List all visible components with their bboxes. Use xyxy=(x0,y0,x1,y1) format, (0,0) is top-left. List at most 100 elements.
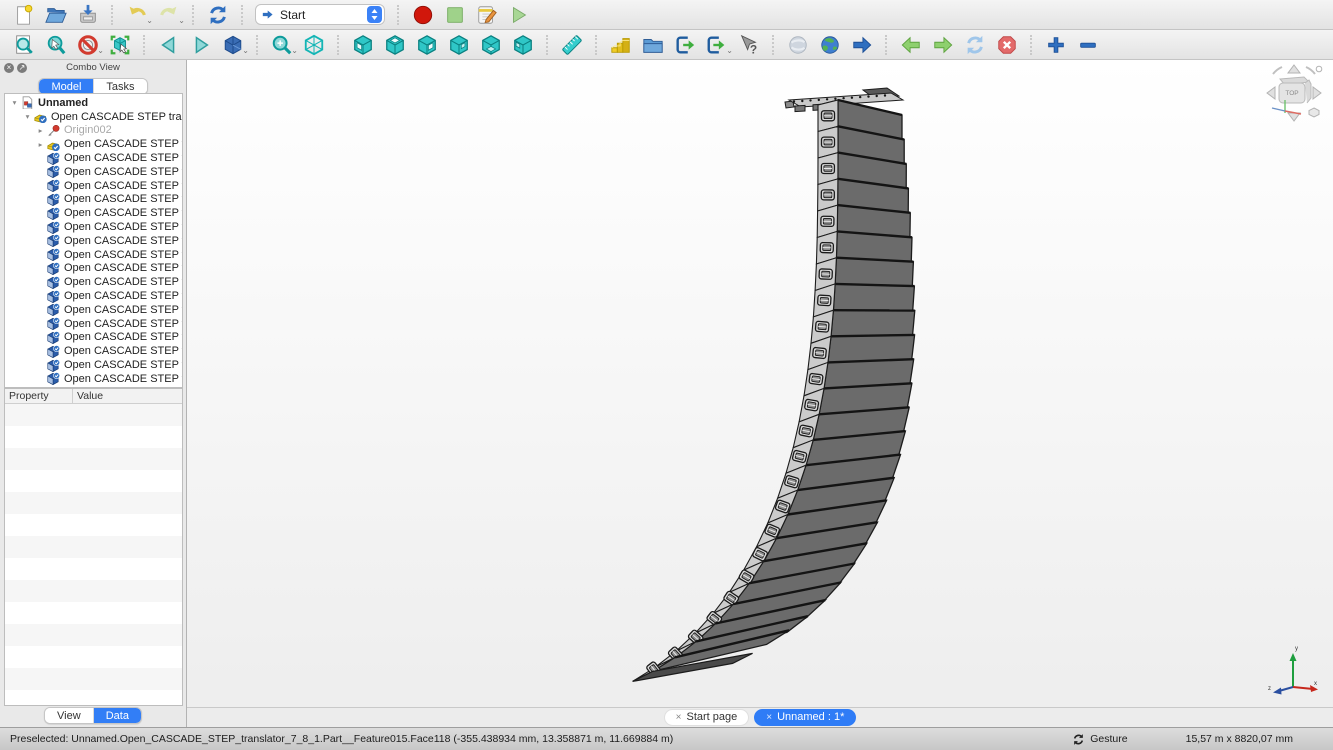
tree-item-part-feature[interactable]: Open CASCADE STEP translator xyxy=(5,151,182,165)
reload-page-icon xyxy=(964,34,986,56)
save-document-button[interactable] xyxy=(72,2,103,28)
part-steps-button[interactable] xyxy=(605,32,636,58)
navcube-top-face-label[interactable]: TOP xyxy=(1285,90,1298,97)
tree-expander-icon[interactable]: ▸ xyxy=(35,140,46,149)
tree-item-part-feature[interactable]: Open CASCADE STEP translator xyxy=(5,234,182,248)
tree-item-open-cascade-step-translator[interactable]: ▾ Open CASCADE STEP translator xyxy=(5,110,182,124)
dropdown-chevron-icon[interactable]: ⌄ xyxy=(97,47,104,55)
toolbar-separator xyxy=(546,35,548,55)
tree-item-part-feature[interactable]: Open CASCADE STEP translator xyxy=(5,358,182,372)
part-icon xyxy=(46,331,60,344)
next-page-button[interactable] xyxy=(927,32,958,58)
document-tab-unnamed-1-[interactable]: ×Unnamed : 1* xyxy=(754,709,856,726)
tree-expander-icon[interactable]: ▾ xyxy=(22,112,33,121)
zoom-in-button[interactable] xyxy=(1040,32,1071,58)
tree-expander-icon[interactable]: ▾ xyxy=(9,98,20,107)
dropdown-chevron-icon[interactable]: ⌄ xyxy=(726,47,733,55)
refresh-button[interactable] xyxy=(202,2,233,28)
stop-page-button[interactable] xyxy=(991,32,1022,58)
undo-button[interactable]: ⌄ xyxy=(121,2,152,28)
tree-item-part-feature[interactable]: Open CASCADE STEP translator xyxy=(5,179,182,193)
view-bottom-button[interactable] xyxy=(475,32,506,58)
step-icon xyxy=(46,138,60,151)
web-forward-button[interactable] xyxy=(846,32,877,58)
navigation-cube[interactable]: TOP xyxy=(1265,64,1323,122)
zoom-button[interactable]: ⌄ xyxy=(266,32,297,58)
web-page-button[interactable] xyxy=(782,32,813,58)
tab-tasks[interactable]: Tasks xyxy=(93,79,146,94)
draw-style-button[interactable]: ⌄ xyxy=(72,32,103,58)
viewport-3d[interactable]: TOP y x z ×Start page×Unnamed : 1* xyxy=(187,60,1333,727)
fit-all-button[interactable] xyxy=(8,32,39,58)
close-tab-icon[interactable]: × xyxy=(676,712,682,723)
open-document-button[interactable] xyxy=(40,2,71,28)
property-row-empty xyxy=(5,470,182,492)
web-home-button[interactable] xyxy=(814,32,845,58)
record-macro-button[interactable] xyxy=(407,2,438,28)
edit-macro-button[interactable] xyxy=(471,2,502,28)
view-front-button[interactable] xyxy=(347,32,378,58)
isometric-button[interactable]: ⌄ xyxy=(217,32,248,58)
tree-item-open-cascade-step-translator[interactable]: ▸Open CASCADE STEP translator xyxy=(5,137,182,151)
tree-item-part-feature[interactable]: Open CASCADE STEP translator xyxy=(5,289,182,303)
tree-item-part-feature[interactable]: Open CASCADE STEP translator xyxy=(5,220,182,234)
stop-macro-button[interactable] xyxy=(439,2,470,28)
navigation-style-indicator[interactable]: Gesture xyxy=(1072,733,1127,746)
tree-item-part-feature[interactable]: Open CASCADE STEP translator xyxy=(5,372,182,386)
tab-view[interactable]: View xyxy=(45,708,93,723)
tab-model[interactable]: Model xyxy=(39,79,93,94)
tree-item-part-feature[interactable]: Open CASCADE STEP translator xyxy=(5,248,182,262)
execute-macro-button[interactable] xyxy=(503,2,534,28)
tree-item-part-feature[interactable]: Open CASCADE STEP translator xyxy=(5,331,182,345)
view-left-button[interactable] xyxy=(507,32,538,58)
tree-item-part-feature[interactable]: Open CASCADE STEP translator xyxy=(5,344,182,358)
nav-forward-button[interactable] xyxy=(185,32,216,58)
tree-expander-icon[interactable]: ▸ xyxy=(35,126,46,135)
tree-item-part-feature[interactable]: Open CASCADE STEP translator xyxy=(5,262,182,276)
tab-data[interactable]: Data xyxy=(93,708,141,723)
tree-item-unnamed[interactable]: ▾Unnamed xyxy=(5,96,182,110)
tree-item-origin002[interactable]: ▸Origin002 xyxy=(5,124,182,138)
undock-panel-button[interactable]: ↗ xyxy=(17,63,27,73)
axonometric-button[interactable] xyxy=(298,32,329,58)
tree-item-part-feature[interactable]: Open CASCADE STEP translator xyxy=(5,303,182,317)
redo-button[interactable]: ⌄ xyxy=(153,2,184,28)
document-tab-start-page[interactable]: ×Start page xyxy=(664,709,750,726)
dropdown-chevron-icon[interactable]: ⌄ xyxy=(146,17,153,25)
nav-back-button[interactable] xyxy=(153,32,184,58)
new-document-button[interactable] xyxy=(8,2,39,28)
dropdown-chevron-icon[interactable]: ⌄ xyxy=(242,47,249,55)
tree-item-label: Open CASCADE STEP translator xyxy=(64,359,182,371)
export-submenu-button[interactable]: ⌄ xyxy=(701,32,732,58)
prev-page-button[interactable] xyxy=(895,32,926,58)
workbench-selector[interactable]: Start xyxy=(255,4,385,25)
property-editor: Property Value xyxy=(4,388,183,706)
reload-page-button[interactable] xyxy=(959,32,990,58)
dropdown-chevron-icon[interactable]: ⌄ xyxy=(291,47,298,55)
toolbar-view-navigation: ⌄ ⌄ ⌄ ⌄? xyxy=(0,30,1333,60)
close-tab-icon[interactable]: × xyxy=(766,712,772,723)
zoom-selection-button[interactable] xyxy=(40,32,71,58)
dropdown-chevron-icon[interactable]: ⌄ xyxy=(178,17,185,25)
measure-button[interactable] xyxy=(556,32,587,58)
close-panel-button[interactable]: × xyxy=(4,63,14,73)
whats-this-button[interactable]: ? xyxy=(733,32,764,58)
tree-item-part-feature[interactable]: Open CASCADE STEP translator xyxy=(5,165,182,179)
line-array-model[interactable] xyxy=(187,60,1333,707)
view-right-button[interactable] xyxy=(411,32,442,58)
export-button[interactable] xyxy=(669,32,700,58)
tree-item-part-feature[interactable]: Open CASCADE STEP translator xyxy=(5,317,182,331)
view-top-button[interactable] xyxy=(379,32,410,58)
tree-item-part-feature[interactable]: Open CASCADE STEP translator xyxy=(5,193,182,207)
documents-folder-button[interactable] xyxy=(637,32,668,58)
zoom-out-button[interactable] xyxy=(1072,32,1103,58)
view-selection-button[interactable] xyxy=(104,32,135,58)
property-column-header[interactable]: Property xyxy=(5,389,73,403)
property-row-empty xyxy=(5,690,182,706)
view-rear-button[interactable] xyxy=(443,32,474,58)
execute-macro-icon xyxy=(508,4,530,26)
value-column-header[interactable]: Value xyxy=(73,389,182,403)
tree-item-label: Open CASCADE STEP translator xyxy=(51,111,182,123)
tree-item-part-feature[interactable]: Open CASCADE STEP translator xyxy=(5,206,182,220)
tree-item-part-feature[interactable]: Open CASCADE STEP translator xyxy=(5,275,182,289)
